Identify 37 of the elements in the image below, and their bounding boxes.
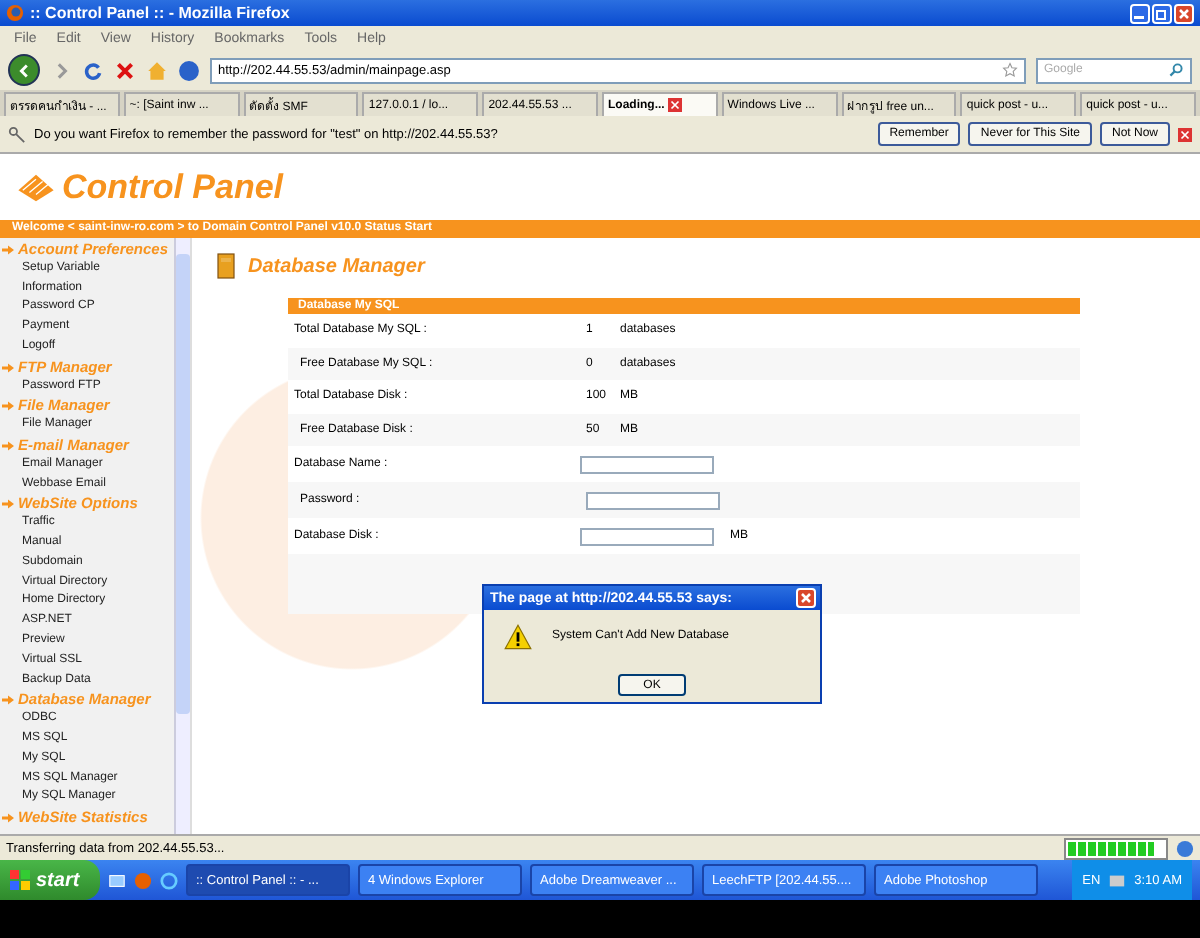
arrow-icon bbox=[2, 498, 14, 511]
stop-icon[interactable] bbox=[114, 59, 136, 81]
close-icon[interactable] bbox=[1178, 127, 1192, 141]
star-icon[interactable] bbox=[1002, 62, 1018, 78]
restore-button[interactable] bbox=[1152, 3, 1172, 23]
input-field[interactable] bbox=[580, 455, 714, 474]
arrow-icon bbox=[2, 243, 14, 256]
arrow-icon bbox=[2, 439, 14, 452]
browser-icon bbox=[6, 4, 24, 22]
scrollbar[interactable] bbox=[174, 238, 190, 834]
dialog-close-button[interactable] bbox=[796, 588, 816, 608]
arrow-icon bbox=[2, 361, 14, 374]
close-icon bbox=[1176, 5, 1192, 21]
logo-icon bbox=[14, 171, 58, 203]
logo-text: Control Panel bbox=[62, 167, 284, 207]
page-heading: Database Manager bbox=[248, 255, 425, 277]
flag-icon bbox=[10, 870, 30, 890]
monitor-icon bbox=[1108, 871, 1127, 889]
warning-icon bbox=[504, 623, 532, 649]
input-field[interactable] bbox=[580, 527, 714, 546]
database-icon bbox=[216, 252, 236, 280]
search-icon bbox=[1168, 62, 1184, 78]
arrow-icon bbox=[2, 694, 14, 707]
globe-icon bbox=[1176, 839, 1194, 857]
arrow-icon bbox=[2, 400, 14, 413]
close-tab-icon[interactable] bbox=[668, 98, 683, 112]
back-button[interactable] bbox=[8, 54, 40, 86]
minimize-button[interactable] bbox=[1130, 3, 1150, 23]
desktop-icon[interactable] bbox=[108, 871, 126, 889]
window-title: :: Control Panel :: - Mozilla Firefox bbox=[30, 4, 292, 22]
circle-icon[interactable] bbox=[178, 59, 200, 81]
input-field[interactable] bbox=[586, 491, 720, 510]
close-icon bbox=[798, 590, 814, 606]
arrow-icon bbox=[2, 812, 14, 824]
restore-icon bbox=[1154, 5, 1170, 21]
close-button[interactable] bbox=[1174, 3, 1194, 23]
reload-icon[interactable] bbox=[82, 59, 104, 81]
